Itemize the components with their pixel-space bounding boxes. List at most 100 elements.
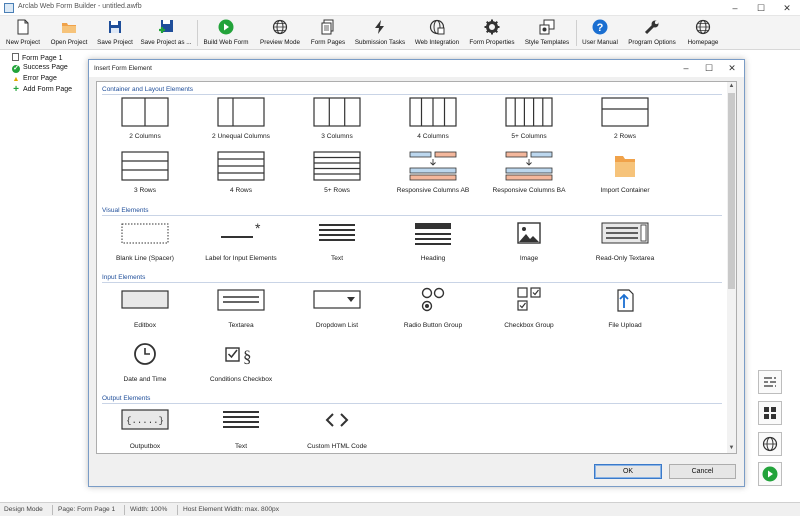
vertical-scrollbar[interactable]: ▲ ▼ <box>727 82 736 453</box>
cancel-button[interactable]: Cancel <box>669 464 736 479</box>
form-properties-button[interactable]: Form Properties <box>466 18 518 48</box>
element-outputbox[interactable]: {.....} Outputbox <box>97 407 193 453</box>
four-rows-icon <box>217 151 265 181</box>
element-label-input[interactable]: * Label for Input Elements <box>193 219 289 269</box>
element-image[interactable]: Image <box>481 219 577 269</box>
element-blank-line[interactable]: Blank Line (Spacer) <box>97 219 193 269</box>
homepage-button[interactable]: Homepage <box>684 18 722 48</box>
style-templates-button[interactable]: Style Templates <box>522 18 572 48</box>
status-divider <box>124 505 125 515</box>
side-toolbar <box>745 50 800 502</box>
preview-mode-button[interactable]: Preview Mode <box>256 18 304 48</box>
element-date-and-time[interactable]: Date and Time <box>97 340 193 390</box>
element-import-container[interactable]: Import Container <box>577 151 673 201</box>
save-project-as-button[interactable]: Save Project as ... <box>140 18 192 48</box>
five-columns-icon <box>505 97 553 127</box>
scroll-down-arrow[interactable]: ▼ <box>727 444 736 453</box>
close-button[interactable]: ✕ <box>774 0 800 16</box>
section-title-output: Output Elements <box>102 395 151 402</box>
user-manual-button[interactable]: ? User Manual <box>580 18 620 48</box>
import-folder-icon <box>615 156 635 177</box>
status-width: Width: 100% <box>130 506 168 513</box>
two-rows-icon <box>601 97 649 127</box>
dialog-maximize-button[interactable]: ☐ <box>698 60 720 77</box>
element-dropdown-list[interactable]: Dropdown List <box>289 286 385 336</box>
submission-tasks-button[interactable]: Submission Tasks <box>352 18 408 48</box>
element-2-columns[interactable]: 2 Columns <box>97 97 193 147</box>
dropdown-icon <box>313 290 361 309</box>
status-page: Page: Form Page 1 <box>58 506 116 513</box>
element-5-columns[interactable]: 5+ Columns <box>481 97 577 147</box>
preview-side-button[interactable] <box>758 432 782 456</box>
app-icon <box>4 3 14 13</box>
folder-open-icon <box>62 23 76 33</box>
globe-icon <box>695 19 711 35</box>
element-3-rows[interactable]: 3 Rows <box>97 151 193 201</box>
element-radio-button-group[interactable]: Radio Button Group <box>385 286 481 336</box>
play-icon <box>218 19 234 35</box>
text-lines-icon <box>223 411 259 428</box>
element-text[interactable]: Text <box>289 219 385 269</box>
section-title-container-layout: Container and Layout Elements <box>102 86 194 93</box>
element-responsive-columns-ba[interactable]: Responsive Columns BA <box>481 151 577 201</box>
globe-page-icon <box>429 19 445 35</box>
program-options-button[interactable]: Program Options <box>626 18 678 48</box>
build-side-button[interactable] <box>758 462 782 486</box>
element-checkbox-group[interactable]: Checkbox Group <box>481 286 577 336</box>
scroll-up-arrow[interactable]: ▲ <box>727 82 736 91</box>
section-title-visual: Visual Elements <box>102 207 149 214</box>
element-custom-html-code[interactable]: Custom HTML Code <box>289 407 385 453</box>
element-responsive-columns-ab[interactable]: Responsive Columns AB <box>385 151 481 201</box>
toolbar-separator <box>197 20 198 46</box>
web-integration-button[interactable]: Web Integration <box>412 18 462 48</box>
open-project-button[interactable]: Open Project <box>48 18 90 48</box>
minimize-button[interactable]: – <box>722 0 748 16</box>
toolbar-separator <box>576 20 577 46</box>
responsive-columns-ab-icon <box>409 151 457 181</box>
form-pages-button[interactable]: Form Pages <box>308 18 348 48</box>
maximize-button[interactable]: ☐ <box>748 0 774 16</box>
dialog-minimize-button[interactable]: – <box>675 60 697 77</box>
help-icon: ? <box>592 19 608 35</box>
element-heading[interactable]: Heading <box>385 219 481 269</box>
element-5-rows[interactable]: 5+ Rows <box>289 151 385 201</box>
scroll-thumb[interactable] <box>728 93 735 289</box>
element-4-columns[interactable]: 4 Columns <box>385 97 481 147</box>
dialog-close-button[interactable]: ✕ <box>721 60 743 77</box>
svg-text:?: ? <box>597 22 604 34</box>
two-unequal-columns-icon <box>217 97 265 127</box>
globe-icon <box>272 19 288 35</box>
dialog-title: Insert Form Element <box>94 65 152 72</box>
element-3-columns[interactable]: 3 Columns <box>289 97 385 147</box>
floppy-disk-plus-icon <box>159 20 173 33</box>
element-textarea[interactable]: Textarea <box>193 286 289 336</box>
element-2-rows[interactable]: 2 Rows <box>577 97 673 147</box>
section-divider <box>102 94 722 95</box>
section-divider <box>102 282 722 283</box>
status-divider <box>52 505 53 515</box>
save-project-button[interactable]: Save Project <box>96 18 134 48</box>
outputbox-icon: {.....} <box>121 409 169 430</box>
element-2-unequal-columns[interactable]: 2 Unequal Columns <box>193 97 289 147</box>
elements-grid-button[interactable] <box>758 401 782 425</box>
tree-item-form-page-1[interactable]: Form Page 1 <box>12 53 62 63</box>
element-output-text[interactable]: Text <box>193 407 289 453</box>
status-host-width: Host Element Width: max. 800px <box>183 506 280 513</box>
ok-button[interactable]: OK <box>594 464 662 479</box>
section-divider <box>102 403 722 404</box>
build-web-form-button[interactable]: Build Web Form <box>202 18 250 48</box>
tree-item-add-form-page[interactable]: + Add Form Page <box>12 85 72 96</box>
five-rows-icon <box>313 151 361 181</box>
element-readonly-textarea[interactable]: Read-Only Textarea <box>577 219 673 269</box>
new-project-button[interactable]: New Project <box>4 18 42 48</box>
properties-button[interactable] <box>758 370 782 394</box>
element-conditions-checkbox[interactable]: § Conditions Checkbox <box>193 340 289 390</box>
tree-item-success-page[interactable]: ✓ Success Page <box>12 64 68 74</box>
element-4-rows[interactable]: 4 Rows <box>193 151 289 201</box>
four-columns-icon <box>409 97 457 127</box>
label-asterisk-icon: * <box>221 220 261 238</box>
warning-icon: ▲ <box>12 76 20 83</box>
element-file-upload[interactable]: File Upload <box>577 286 673 336</box>
element-editbox[interactable]: Editbox <box>97 286 193 336</box>
two-columns-icon <box>121 97 169 127</box>
